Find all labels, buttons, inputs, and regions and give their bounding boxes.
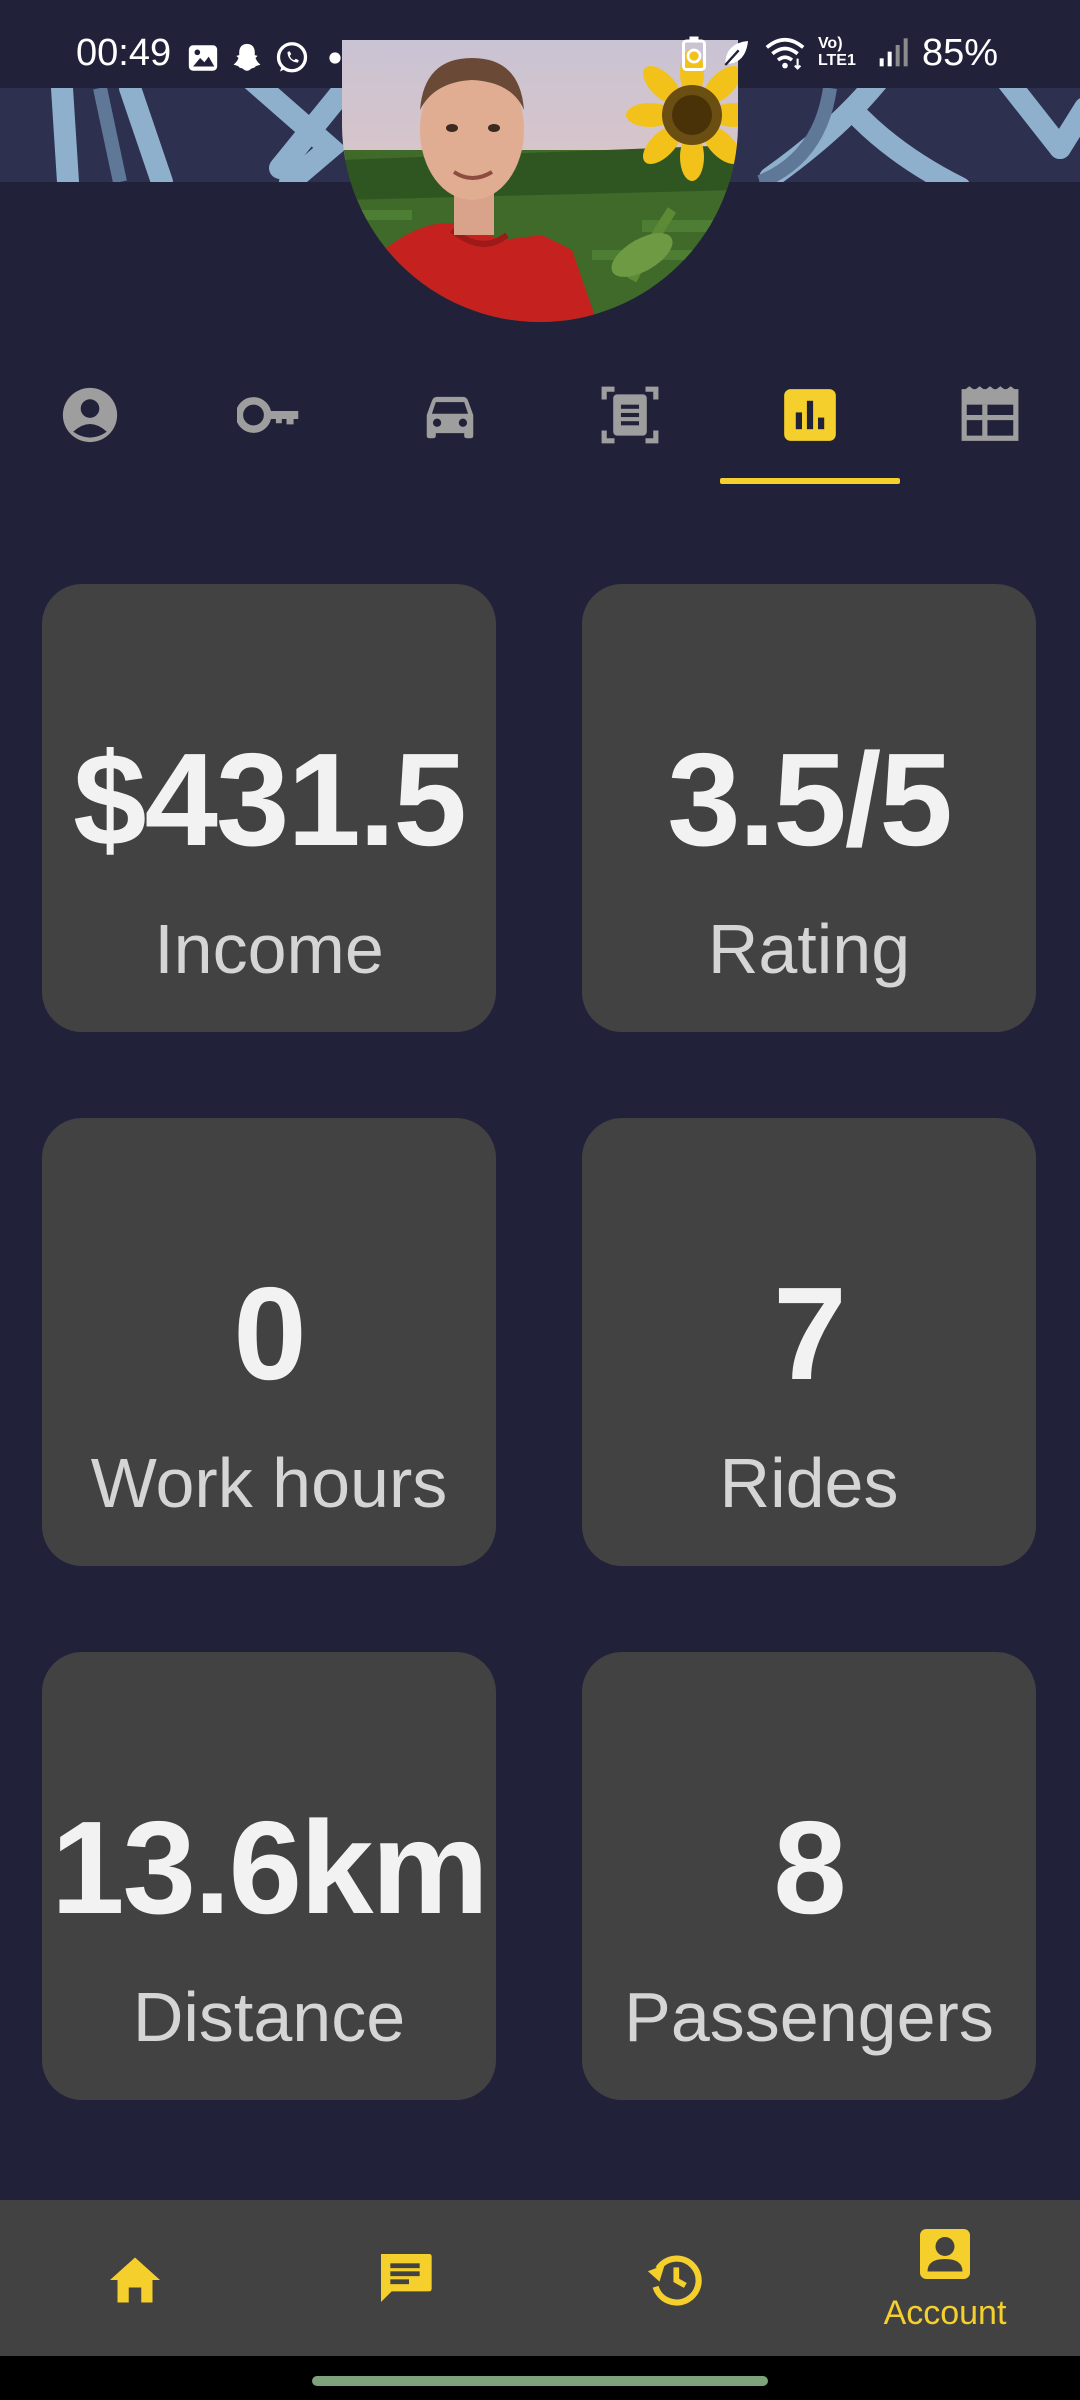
stat-value: 3.5/5	[667, 726, 953, 873]
stat-label: Passengers	[624, 1978, 994, 2056]
stat-card-distance: 13.6km Distance	[42, 1652, 496, 2100]
chat-icon	[381, 2254, 432, 2302]
active-tab-indicator	[720, 478, 900, 484]
bar-chart-icon	[784, 389, 836, 441]
wifi-icon	[765, 37, 805, 70]
tab-statistics[interactable]	[720, 360, 900, 490]
bottom-navigation: Account	[0, 2200, 1080, 2356]
snapchat-icon	[233, 43, 261, 71]
stat-label: Rating	[707, 910, 911, 988]
stat-card-work-hours: 0 Work hours	[42, 1118, 496, 1566]
signal-icon	[879, 38, 908, 67]
history-icon	[647, 2255, 702, 2306]
dot-icon	[329, 52, 341, 64]
battery-saver-icon	[681, 36, 706, 71]
tab-password[interactable]	[180, 360, 360, 490]
home-icon	[110, 2257, 160, 2303]
system-status-icons: Vo) LTE1 85%	[680, 34, 998, 72]
nav-account[interactable]: Account	[810, 2200, 1080, 2356]
document-scan-icon	[601, 386, 659, 444]
nav-messages[interactable]	[270, 2200, 540, 2356]
notification-icons	[186, 40, 350, 76]
key-icon	[237, 397, 299, 433]
account-icon	[920, 2229, 970, 2279]
stat-value: 13.6km	[51, 1794, 489, 1941]
car-icon	[426, 396, 474, 439]
battery-percent: 85%	[921, 32, 998, 74]
stat-card-passengers: 8 Passengers	[582, 1652, 1036, 2100]
whatsapp-icon	[276, 42, 308, 73]
stat-card-income: $431.5 Income	[42, 584, 496, 1032]
stat-value: $431.5	[73, 726, 467, 873]
gallery-icon	[188, 45, 218, 71]
stat-value: 8	[773, 1794, 846, 1941]
stat-label: Rides	[719, 1444, 899, 1522]
network-label: Vo) LTE1	[817, 35, 856, 69]
nav-home[interactable]	[0, 2200, 270, 2356]
person-icon	[62, 387, 118, 443]
stat-value: 7	[773, 1260, 846, 1407]
stat-card-rating: 3.5/5 Rating	[582, 584, 1036, 1032]
tab-documents[interactable]	[540, 360, 720, 490]
stat-label: Income	[154, 910, 384, 988]
stat-value: 0	[233, 1260, 306, 1407]
tab-vehicle[interactable]	[360, 360, 540, 490]
stat-label: Work hours	[90, 1444, 448, 1522]
nav-history[interactable]	[540, 2200, 810, 2356]
tab-profile[interactable]	[0, 360, 180, 490]
status-bar: 00:49 Vo) LTE1 85%	[0, 0, 1080, 88]
tab-schedule[interactable]	[900, 360, 1080, 490]
stat-label: Distance	[132, 1978, 406, 2056]
nav-account-label: Account	[883, 2294, 1007, 2332]
app-screen: 00:49 Vo) LTE1 85% $431.5 Income 3.5/5 R…	[0, 0, 1080, 2400]
leaf-icon	[724, 41, 748, 66]
calendar-table-icon	[961, 386, 1019, 441]
profile-tab-bar	[0, 360, 1080, 490]
gesture-handle[interactable]	[312, 2376, 768, 2386]
system-gesture-area	[0, 2356, 1080, 2400]
status-time: 00:49	[76, 32, 172, 74]
stat-card-rides: 7 Rides	[582, 1118, 1036, 1566]
